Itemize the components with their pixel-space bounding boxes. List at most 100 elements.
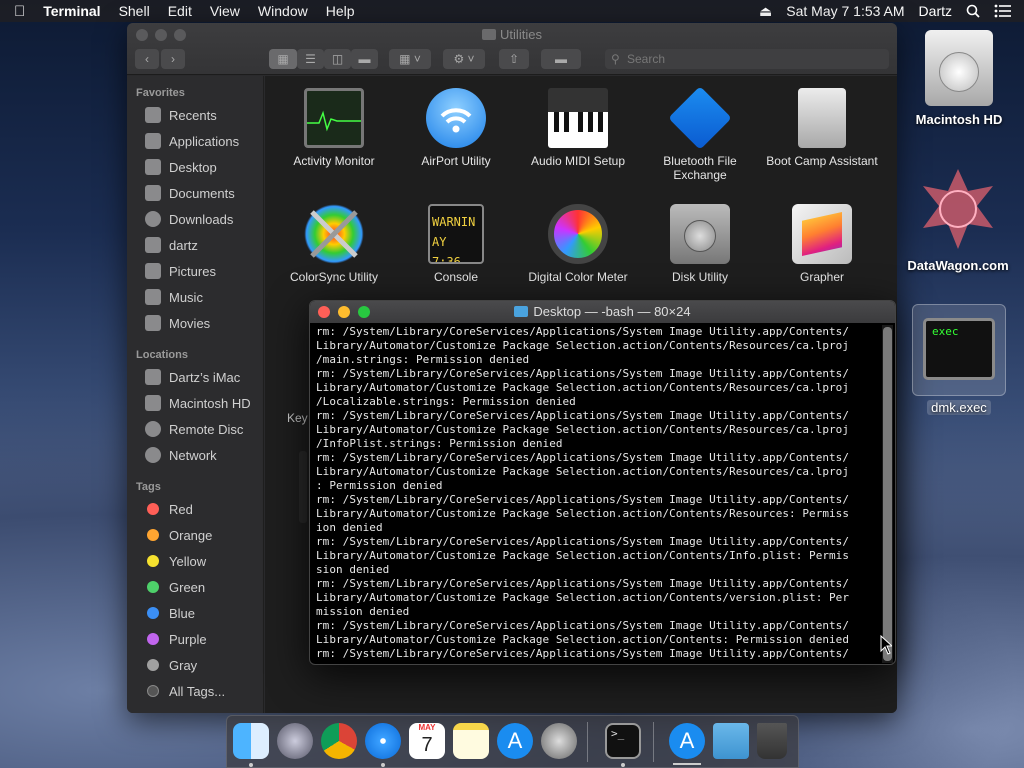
document-icon: [145, 185, 161, 201]
system-preferences-icon[interactable]: [541, 723, 577, 759]
favorites-header: Favorites: [136, 87, 185, 99]
running-indicator: [381, 763, 385, 767]
app-audio-midi-setup[interactable]: Audio MIDI Setup: [519, 88, 637, 168]
mouse-pointer-icon: [880, 635, 892, 655]
sidebar-tag-yellow[interactable]: Yellow: [145, 551, 263, 571]
menu-window[interactable]: Window: [258, 3, 308, 19]
menu-edit[interactable]: Edit: [168, 3, 192, 19]
terminal-titlebar[interactable]: Desktop — -bash — 80×24: [310, 301, 895, 323]
red-tag-dot-icon: [147, 503, 159, 515]
group-by-button[interactable]: ▦ ˅: [389, 49, 431, 69]
sidebar-tag-green[interactable]: Green: [145, 577, 263, 597]
sidebar-item-macintosh-hd[interactable]: Macintosh HD: [145, 393, 263, 413]
sidebar-item-music[interactable]: Music: [145, 287, 263, 307]
back-button[interactable]: ‹: [135, 49, 159, 69]
sidebar-item-desktop[interactable]: Desktop: [145, 157, 263, 177]
terminal-line: Library/Automator/Customize Package Sele…: [316, 633, 850, 646]
app-colorsync-utility[interactable]: ColorSync Utility: [275, 204, 393, 284]
sidebar-item-remote-disc[interactable]: Remote Disc: [145, 419, 263, 439]
airport-utility-icon: [426, 88, 486, 148]
chrome-icon[interactable]: [321, 723, 357, 759]
finder-titlebar: Utilities ‹ › ▦ ☰ ◫ ▬ ▦ ˅ ⚙ ˅ ⇧ ▬ ⚲ Sear…: [127, 23, 897, 75]
sidebar-item-pictures[interactable]: Pictures: [145, 261, 263, 281]
menu-view[interactable]: View: [210, 3, 240, 19]
tags-button[interactable]: ▬: [541, 49, 581, 69]
spotlight-search-icon[interactable]: [966, 4, 980, 18]
app-boot-camp-assistant[interactable]: Boot Camp Assistant: [763, 88, 881, 168]
sidebar-item-imac[interactable]: Dartz’s iMac: [145, 367, 263, 387]
menu-help[interactable]: Help: [326, 3, 355, 19]
sidebar-item-documents[interactable]: Documents: [145, 183, 263, 203]
sidebar-tag-blue[interactable]: Blue: [145, 603, 263, 623]
sidebar-item-applications[interactable]: Applications: [145, 131, 263, 151]
action-button[interactable]: ⚙ ˅: [443, 49, 485, 69]
app-console[interactable]: WARNIN AY 7:36 Console: [397, 204, 515, 284]
imac-icon: [145, 369, 161, 385]
sidebar-item-recents[interactable]: Recents: [145, 105, 263, 125]
eject-icon[interactable]: ⏏: [759, 3, 772, 20]
green-tag-dot-icon: [147, 581, 159, 593]
launchpad-icon[interactable]: [277, 723, 313, 759]
terminal-title: Desktop — -bash — 80×24: [310, 304, 895, 319]
datawagon-icon: [923, 169, 993, 249]
locations-header: Locations: [136, 349, 188, 361]
notes-icon[interactable]: [453, 723, 489, 759]
apple-menu-icon[interactable]: : [14, 3, 25, 20]
app-airport-utility[interactable]: AirPort Utility: [397, 88, 515, 168]
desktop-icon-dmk-exec[interactable]: exec dmk.exec: [912, 304, 1006, 415]
sidebar-tag-orange[interactable]: Orange: [145, 525, 263, 545]
dock-divider: [653, 722, 654, 762]
view-icons-button[interactable]: ▦: [269, 49, 297, 69]
app-bluetooth-file-exchange[interactable]: Bluetooth File Exchange: [641, 86, 759, 182]
menu-clock[interactable]: Sat May 7 1:53 AM: [786, 3, 904, 19]
digital-color-meter-icon: [548, 204, 608, 264]
purple-tag-dot-icon: [147, 633, 159, 645]
view-gallery-button[interactable]: ▬: [351, 49, 378, 69]
finder-search-input[interactable]: ⚲ Search: [605, 49, 889, 69]
terminal-icon[interactable]: >_: [605, 723, 641, 759]
menu-user[interactable]: Dartz: [919, 3, 952, 19]
sidebar-item-movies[interactable]: Movies: [145, 313, 263, 333]
terminal-line: Library/Automator/Customize Package Sele…: [316, 507, 850, 520]
view-columns-button[interactable]: ◫: [324, 49, 351, 69]
terminal-line: rm: /System/Library/CoreServices/Applica…: [316, 535, 850, 548]
menu-shell[interactable]: Shell: [119, 3, 150, 19]
folder-icon: [514, 306, 529, 317]
sidebar-tag-gray[interactable]: Gray: [145, 655, 263, 675]
app-disk-utility[interactable]: Disk Utility: [641, 204, 759, 284]
yellow-tag-dot-icon: [147, 555, 159, 567]
app-activity-monitor[interactable]: Activity Monitor: [275, 88, 393, 168]
app-grapher[interactable]: Grapher: [763, 204, 881, 284]
chevron-right-icon: ›: [171, 52, 175, 66]
share-button[interactable]: ⇧: [499, 49, 529, 69]
sidebar-item-home[interactable]: dartz: [145, 235, 263, 255]
selection-highlight: exec: [912, 304, 1006, 396]
film-icon: [145, 315, 161, 331]
sidebar-item-downloads[interactable]: Downloads: [145, 209, 263, 229]
app-store-icon[interactable]: A: [497, 723, 533, 759]
calendar-icon[interactable]: MAY 7: [409, 723, 445, 759]
sidebar-tag-purple[interactable]: Purple: [145, 629, 263, 649]
desktop-icon-datawagon[interactable]: DataWagon.com: [900, 166, 1016, 273]
terminal-line: /main.strings: Permission denied: [316, 353, 530, 366]
grid-icon: ▦: [277, 52, 289, 66]
sidebar-item-network[interactable]: Network: [145, 445, 263, 465]
app-digital-color-meter[interactable]: Digital Color Meter: [519, 204, 637, 285]
terminal-output[interactable]: rm: /System/Library/CoreServices/Applica…: [316, 325, 879, 661]
sidebar-tag-red[interactable]: Red: [145, 499, 263, 519]
terminal-window[interactable]: Desktop — -bash — 80×24 rm: /System/Libr…: [309, 300, 896, 665]
terminal-line: mission denied: [316, 605, 410, 618]
view-list-button[interactable]: ☰: [297, 49, 324, 69]
safari-icon[interactable]: [365, 723, 401, 759]
finder-icon[interactable]: [233, 723, 269, 759]
running-indicator: [249, 763, 253, 767]
sidebar-all-tags[interactable]: All Tags...: [145, 681, 263, 701]
desktop-icon-macintosh-hd[interactable]: Macintosh HD: [905, 30, 1013, 127]
menu-app-name[interactable]: Terminal: [43, 3, 100, 19]
terminal-scrollbar-thumb[interactable]: [883, 327, 892, 661]
notification-center-icon[interactable]: [994, 4, 1012, 18]
trash-icon[interactable]: [757, 723, 787, 759]
forward-button[interactable]: ›: [161, 49, 185, 69]
downloads-folder-icon[interactable]: [713, 723, 749, 759]
applications-folder-icon[interactable]: A: [669, 723, 705, 759]
